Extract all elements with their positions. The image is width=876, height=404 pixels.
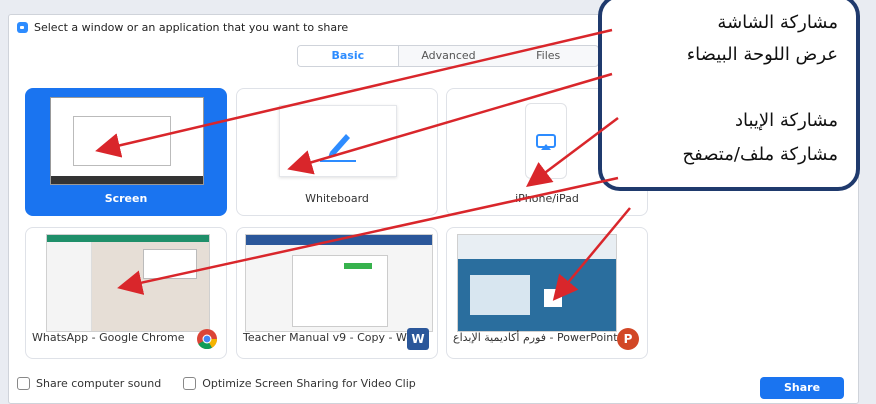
powerpoint-icon: P: [617, 328, 639, 350]
bottom-options: Share computer sound Optimize Screen Sha…: [17, 377, 416, 390]
word-icon: W: [407, 328, 429, 350]
dialog-title: Select a window or an application that y…: [34, 21, 349, 34]
tab-basic[interactable]: Basic: [298, 46, 399, 66]
callout-whiteboard: عرض اللوحة البيضاء: [686, 44, 838, 65]
share-option-screen[interactable]: Screen: [25, 88, 227, 216]
optimize-video-checkbox[interactable]: [183, 377, 197, 390]
iphone-ipad-label: iPhone/iPad: [515, 192, 579, 205]
share-option-whiteboard[interactable]: Whiteboard: [236, 88, 438, 216]
airplay-icon: [536, 134, 556, 150]
screen-preview: [50, 97, 204, 185]
tab-files[interactable]: Files: [498, 46, 598, 66]
share-option-chrome[interactable]: WhatsApp - Google Chrome: [25, 227, 227, 359]
tab-bar: Basic Advanced Files: [297, 45, 599, 67]
zoom-app-icon: [17, 22, 28, 33]
ipad-preview: [525, 103, 567, 179]
tab-advanced[interactable]: Advanced: [399, 46, 499, 66]
whiteboard-preview: [279, 105, 397, 177]
dialog-titlebar: Select a window or an application that y…: [17, 21, 348, 34]
share-option-powerpoint[interactable]: فورم أكاديمية الإبداع - PowerPoint P: [446, 227, 648, 359]
chrome-icon: [197, 329, 218, 350]
whiteboard-label: Whiteboard: [305, 192, 369, 205]
optimize-video-label: Optimize Screen Sharing for Video Clip: [202, 377, 416, 390]
word-preview: [245, 234, 433, 332]
share-sound-checkbox[interactable]: [17, 377, 30, 390]
share-option-word[interactable]: Teacher Manual v9 - Copy - Word W: [236, 227, 438, 359]
share-button[interactable]: Share: [760, 377, 844, 399]
callout-ipad: مشاركة الإيباد: [734, 110, 838, 131]
share-sound-label: Share computer sound: [36, 377, 162, 390]
callout-file-browser: مشاركة ملف/متصفح: [682, 144, 838, 165]
chrome-preview: [46, 234, 210, 332]
pen-icon: [320, 134, 356, 162]
powerpoint-preview: [457, 234, 617, 332]
callout-share-screen: مشاركة الشاشة: [717, 12, 838, 33]
annotation-callout: مشاركة الشاشة عرض اللوحة البيضاء مشاركة …: [598, 0, 860, 191]
screen-label: Screen: [104, 192, 148, 205]
